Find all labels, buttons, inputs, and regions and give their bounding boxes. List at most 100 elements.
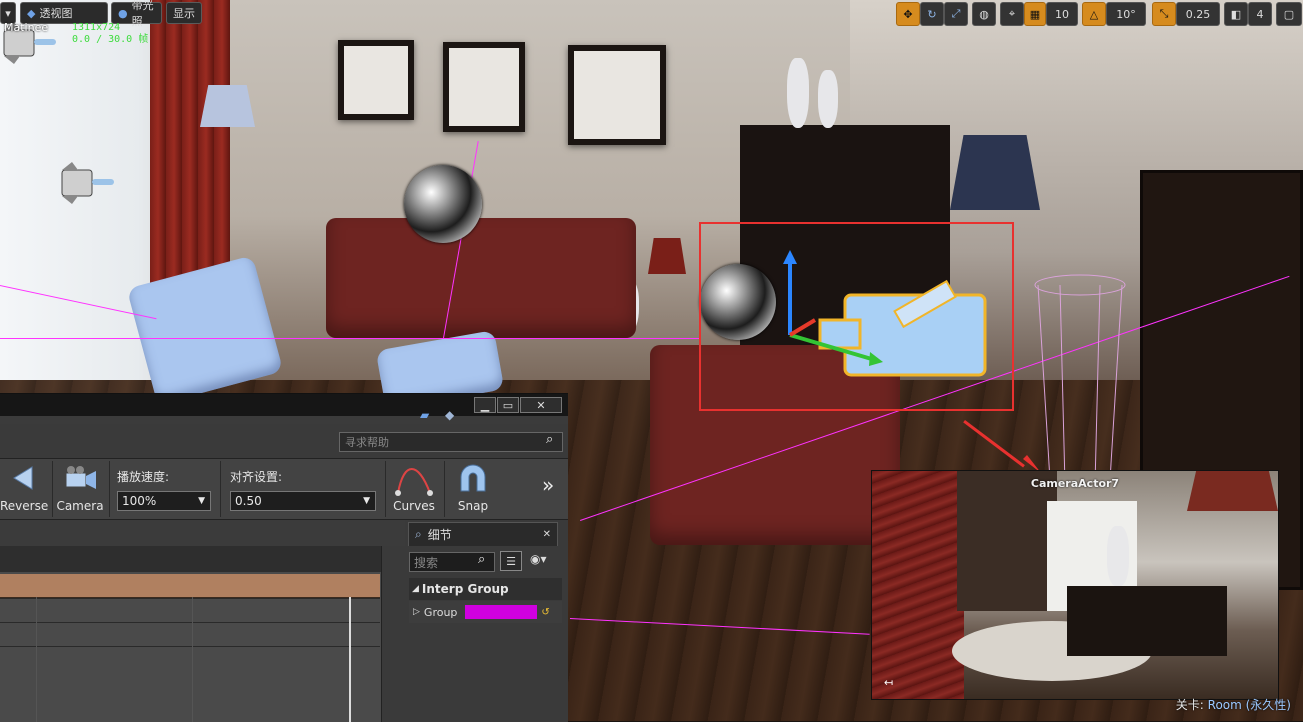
curves-button[interactable]	[394, 461, 434, 497]
show-label: 显示	[173, 7, 195, 20]
spotlight-icon[interactable]	[58, 160, 116, 206]
cube-settings-icon[interactable]: ◆	[445, 408, 454, 422]
restore-button[interactable]: ▭	[497, 397, 519, 413]
reflection-capture-sphere[interactable]	[404, 165, 482, 243]
scale-icon: ⤢	[951, 7, 961, 20]
sphere-icon: ●	[118, 6, 128, 20]
picture-frame	[568, 45, 666, 145]
vase	[787, 58, 809, 128]
matinee-toolbar: Reverse Camera 播放速度: 100% ▼ 对齐设置: 0.50 ▼	[0, 458, 568, 520]
chevron-down-icon: ▼	[198, 496, 205, 506]
camera-button[interactable]	[62, 463, 98, 495]
chevron-down-icon: ▾	[5, 6, 11, 20]
selection-highlight-box	[699, 222, 1014, 411]
toolbar-overflow-button[interactable]: »	[542, 473, 554, 497]
spline-line	[0, 338, 700, 339]
scale-snap-value[interactable]: 0.25	[1176, 2, 1220, 26]
perspective-label: 透视图	[39, 7, 73, 20]
scale-mode-button[interactable]: ⤢	[944, 2, 968, 26]
list-icon: ☰	[506, 554, 516, 568]
move-arrows-icon: ✥	[903, 7, 913, 21]
snap-setting-dropdown[interactable]: 0.50 ▼	[230, 491, 376, 511]
lampshade	[200, 85, 255, 127]
expand-triangle-icon: ▷	[413, 607, 420, 617]
surface-snap-icon: ⌖	[1008, 7, 1016, 20]
play-speed-label: 播放速度:	[117, 470, 170, 484]
maximize-viewport-button[interactable]: ▢	[1276, 2, 1302, 26]
play-speed-dropdown[interactable]: 100% ▼	[117, 491, 211, 511]
show-button[interactable]: 显示	[166, 2, 202, 24]
translate-mode-button[interactable]: ✥	[896, 2, 920, 26]
view-mode-button[interactable]: ● 带光照	[111, 0, 162, 28]
scale-snap-toggle[interactable]: ⤡	[1152, 2, 1176, 26]
matinee-title-partial: Matinee	[4, 21, 49, 34]
snap-setting-value: 0.50	[235, 494, 262, 508]
property-matrix-button[interactable]: ☰	[500, 551, 522, 571]
level-label: 关卡:	[1175, 698, 1204, 712]
resolution-readout: 1311x724	[72, 22, 121, 33]
interp-group-section[interactable]: ◢ Interp Group	[409, 578, 562, 600]
group-color-swatch[interactable]	[465, 605, 538, 619]
picture-frame	[443, 42, 525, 132]
restore-icon: ▭	[502, 398, 514, 412]
end-marker[interactable]	[349, 597, 351, 722]
plant-wireframe	[1034, 274, 1126, 486]
red-sofa	[326, 218, 636, 338]
magnifier-icon: ⌕	[415, 527, 422, 541]
close-icon: ✕	[536, 398, 546, 412]
track-row-selected[interactable]	[0, 574, 380, 598]
search-icon[interactable]: ⌕	[478, 552, 485, 567]
rotation-snap-toggle[interactable]: △	[1082, 2, 1106, 26]
grid-line	[192, 597, 193, 722]
play-reverse-icon	[13, 466, 33, 490]
surface-snap-button[interactable]: ⌖	[1000, 2, 1024, 26]
chat-icon[interactable]: ▰	[420, 408, 429, 422]
help-search-input[interactable]: 寻求帮助	[339, 432, 563, 452]
tab-details[interactable]: ⌕ 细节 ✕	[408, 522, 558, 546]
collapse-triangle-icon: ◢	[412, 584, 419, 594]
camera-speed-icon: ◧	[1230, 7, 1242, 21]
track-divider	[0, 646, 380, 647]
toolbar-separator	[52, 461, 53, 517]
eye-visibility-icon[interactable]: ◉▾	[530, 552, 547, 566]
preview-table	[1067, 586, 1227, 656]
grid-line	[36, 597, 37, 722]
details-search-placeholder: 搜索	[414, 555, 439, 570]
grid-snap-value[interactable]: 10	[1046, 2, 1078, 26]
preview-vase	[1107, 526, 1129, 586]
minimize-button[interactable]: ▁	[474, 397, 496, 413]
close-button[interactable]: ✕	[520, 397, 562, 413]
pin-icon[interactable]: ↤	[884, 676, 893, 689]
reverse-label: Reverse	[0, 499, 49, 513]
toolbar-separator	[385, 461, 386, 517]
tracks-scrollbar[interactable]	[381, 546, 406, 722]
track-divider	[0, 598, 380, 599]
chevron-down-icon: ▼	[363, 496, 370, 506]
details-tab-label: 细节	[427, 528, 452, 542]
movie-camera-icon	[65, 466, 96, 489]
view-mode-label: 带光照	[131, 0, 154, 28]
camera-speed-value[interactable]: 4	[1248, 2, 1272, 26]
world-local-toggle[interactable]: ◍	[972, 2, 996, 26]
reverse-button[interactable]	[8, 463, 38, 493]
frame-readout: 0.0 / 30.0 帧	[72, 34, 149, 45]
group-property-row[interactable]: ▷ Group ↺	[409, 601, 562, 623]
cube-icon: ◆	[27, 6, 36, 20]
camera-speed-button[interactable]: ◧	[1224, 2, 1248, 26]
tracks-area[interactable]	[0, 546, 405, 722]
reset-arrow-icon[interactable]: ↺	[541, 607, 549, 618]
search-icon[interactable]: ⌕	[546, 432, 553, 447]
minimize-icon: ▁	[480, 398, 490, 412]
grid-icon: ▦	[1029, 7, 1041, 21]
rotation-snap-value[interactable]: 10°	[1106, 2, 1146, 26]
level-status: 关卡: Room (永久性)	[1176, 696, 1291, 713]
picture-frame	[338, 40, 414, 120]
group-property-label: Group	[423, 605, 458, 619]
grid-snap-toggle[interactable]: ▦	[1024, 2, 1046, 26]
magnet-icon	[460, 464, 486, 492]
rotate-mode-button[interactable]: ↻	[920, 2, 944, 26]
snap-button[interactable]	[455, 461, 491, 497]
snap-label: Snap	[457, 499, 489, 513]
close-icon[interactable]: ✕	[543, 529, 551, 540]
lampshade	[950, 135, 1040, 210]
